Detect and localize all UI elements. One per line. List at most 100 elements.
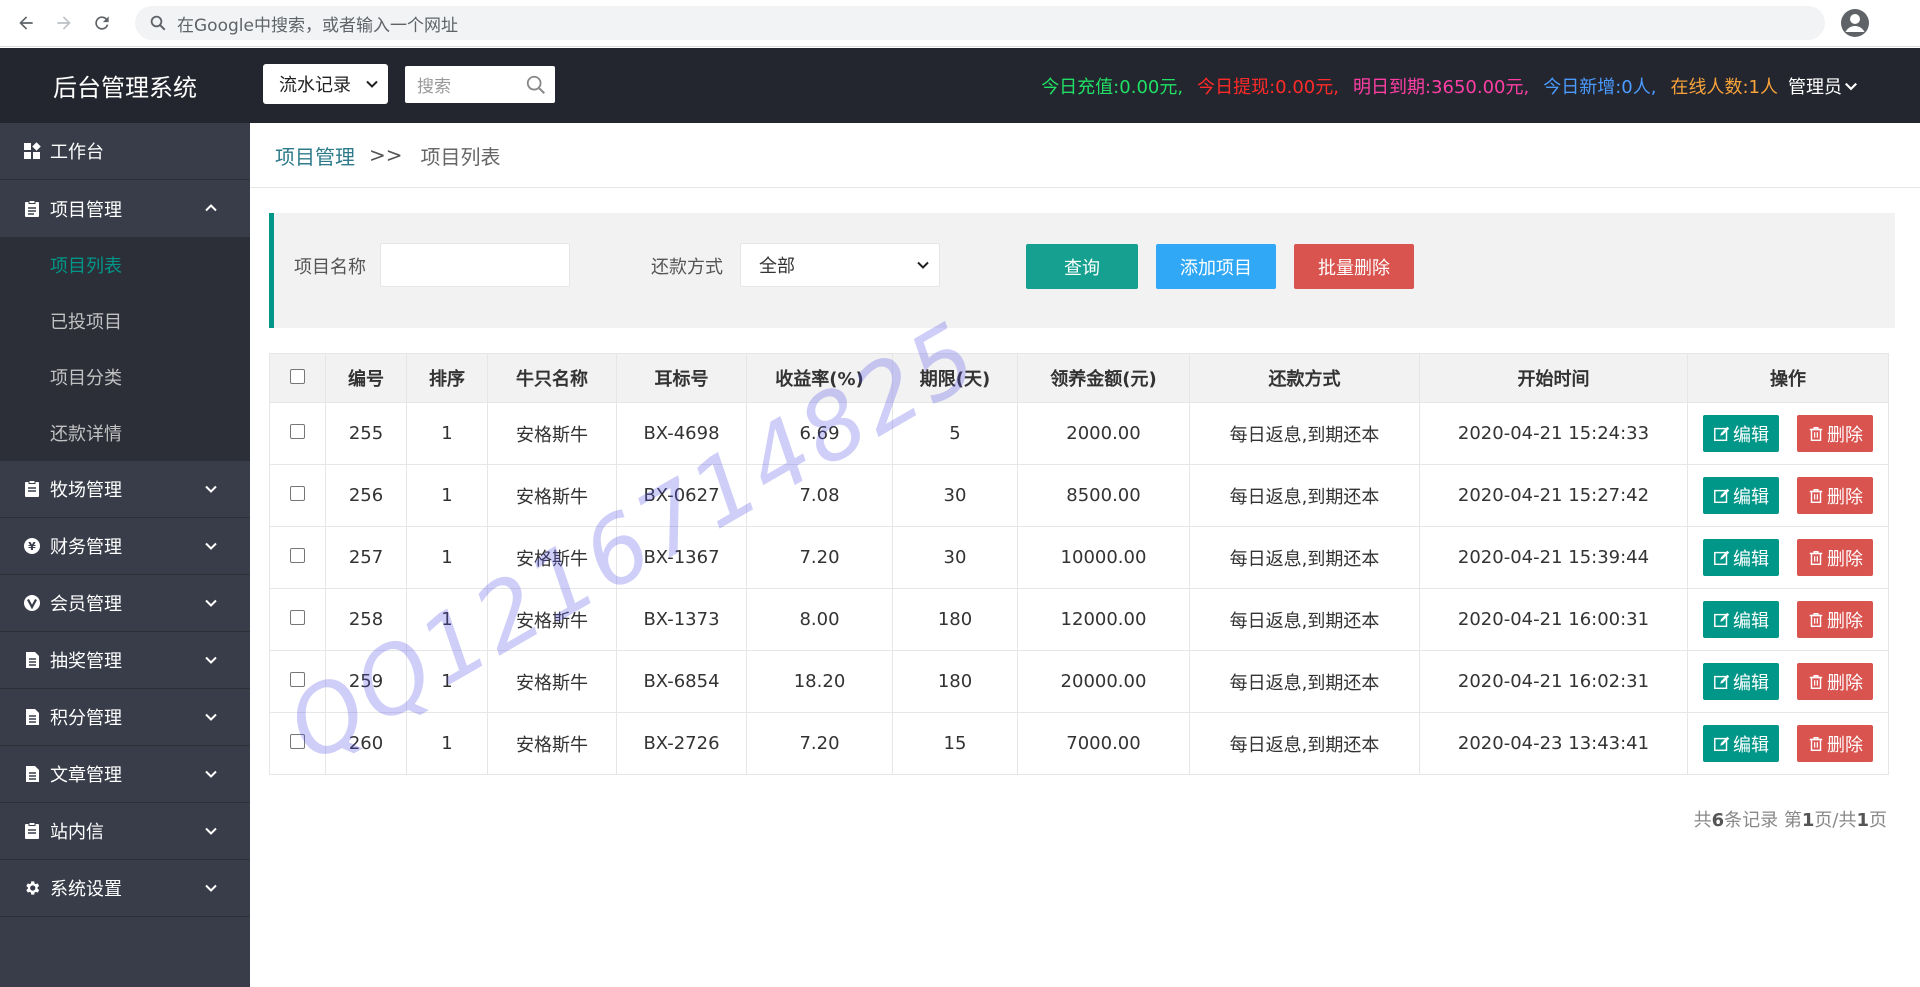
search-icon[interactable] (525, 74, 547, 96)
column-header: 操作 (1687, 353, 1889, 403)
select-all-checkbox[interactable] (290, 368, 305, 384)
sidebar-item-points[interactable]: 积分管理 (0, 689, 250, 746)
table-cell-start: 2020-04-21 16:00:31 (1419, 588, 1688, 651)
edit-icon (1714, 550, 1730, 565)
table-cell-rate: 7.20 (746, 526, 893, 589)
column-header: 排序 (406, 353, 488, 403)
admin-menu[interactable]: 管理员 (1788, 73, 1858, 99)
back-icon[interactable] (8, 5, 44, 41)
delete-button[interactable]: 删除 (1797, 415, 1873, 452)
stat-due-value: 3650.00元, (1431, 76, 1530, 98)
table-cell-days: 30 (892, 526, 1018, 589)
table-row: 259 1 安格斯牛 BX-6854 18.20 180 20000.00 每日返息,到期还本… (269, 650, 1889, 713)
select-all-cell (269, 353, 326, 403)
chevron-up-icon (205, 204, 217, 212)
sidebar-item-lottery[interactable]: 抽奖管理 (0, 632, 250, 689)
pagination-total: 6 (1711, 810, 1725, 831)
browser-toolbar: 在Google中搜索，或者输入一个网址 (0, 0, 1920, 47)
sidebar-item-finance[interactable]: ¥ 财务管理 (0, 518, 250, 575)
query-button[interactable]: 查询 (1026, 244, 1138, 289)
table-cell-days: 180 (892, 650, 1018, 713)
table-cell-amount: 20000.00 (1017, 650, 1190, 713)
sidebar-item-label: 抽奖管理 (50, 651, 122, 672)
stat-new-label: 今日新增: (1543, 76, 1622, 98)
flow-record-select[interactable]: 流水记录 (263, 64, 388, 104)
row-checkbox[interactable] (290, 548, 305, 563)
address-bar[interactable]: 在Google中搜索，或者输入一个网址 (135, 6, 1825, 40)
delete-button[interactable]: 删除 (1797, 601, 1873, 638)
row-checkbox[interactable] (290, 424, 305, 439)
table-cell-id: 259 (325, 650, 407, 713)
sidebar-item-ranch[interactable]: 牧场管理 (0, 461, 250, 518)
sidebar-item-project-list[interactable]: 项目列表 (0, 237, 250, 293)
column-header: 领养金额(元) (1017, 353, 1190, 403)
sidebar-item-category[interactable]: 项目分类 (0, 349, 250, 405)
table-cell-tag: BX-1367 (616, 526, 747, 589)
row-checkbox[interactable] (290, 734, 305, 749)
sidebar-item-workbench[interactable]: 工作台 (0, 123, 250, 180)
table-cell-id: 255 (325, 402, 407, 465)
delete-button[interactable]: 删除 (1797, 477, 1873, 514)
table-cell-amount: 12000.00 (1017, 588, 1190, 651)
edit-button[interactable]: 编辑 (1703, 415, 1779, 452)
edit-button[interactable]: 编辑 (1703, 601, 1779, 638)
chevron-down-icon (205, 485, 217, 493)
sidebar-item-repayment[interactable]: 还款详情 (0, 405, 250, 461)
dashboard-icon (22, 141, 42, 161)
yen-circle-icon: ¥ (22, 536, 42, 556)
stat-due-label: 明日到期: (1352, 76, 1432, 98)
table-cell-days: 5 (892, 402, 1018, 465)
delete-button[interactable]: 删除 (1797, 663, 1873, 700)
row-select-cell (269, 464, 326, 527)
sidebar-item-label: 工作台 (50, 142, 104, 163)
table-cell-start: 2020-04-21 15:39:44 (1419, 526, 1688, 589)
row-select-cell (269, 650, 326, 713)
breadcrumb-parent-link[interactable]: 项目管理 (275, 141, 355, 170)
table-cell-amount: 10000.00 (1017, 526, 1190, 589)
add-project-button[interactable]: 添加项目 (1156, 244, 1276, 289)
sidebar-item-project[interactable]: 项目管理 (0, 180, 250, 237)
pagination-text: 页/共 (1814, 810, 1857, 831)
table-cell-tag: BX-0627 (616, 464, 747, 527)
row-actions-cell: 编辑 删除 (1687, 712, 1889, 775)
profile-icon[interactable] (1840, 8, 1870, 38)
sidebar-item-settings[interactable]: 系统设置 (0, 860, 250, 917)
edit-button[interactable]: 编辑 (1703, 477, 1779, 514)
edit-icon (1714, 426, 1730, 441)
edit-button[interactable]: 编辑 (1703, 539, 1779, 576)
repay-method-value: 全部 (759, 256, 795, 277)
edit-icon (1714, 488, 1730, 503)
reload-icon[interactable] (84, 5, 120, 41)
edit-label: 编辑 (1733, 548, 1769, 570)
edit-button[interactable]: 编辑 (1703, 663, 1779, 700)
document-icon (22, 707, 42, 727)
search-icon (150, 15, 166, 31)
row-checkbox[interactable] (290, 486, 305, 501)
edit-label: 编辑 (1733, 424, 1769, 446)
table-cell-id: 260 (325, 712, 407, 775)
batch-delete-button[interactable]: 批量删除 (1294, 244, 1414, 289)
sidebar-item-invested[interactable]: 已投项目 (0, 293, 250, 349)
sidebar-item-label: 项目管理 (50, 199, 122, 221)
edit-button[interactable]: 编辑 (1703, 725, 1779, 762)
sidebar: 工作台 项目管理 项目列表 已投项目 项目分类 还款详情 牧场管理 ¥ 财务管理… (0, 123, 250, 987)
vip-circle-icon (22, 593, 42, 613)
forward-icon[interactable] (46, 5, 82, 41)
table-cell-sort: 1 (406, 526, 488, 589)
repay-method-select[interactable]: 全部 (740, 243, 940, 287)
delete-button[interactable]: 删除 (1797, 539, 1873, 576)
table-cell-name: 安格斯牛 (487, 402, 617, 465)
delete-button[interactable]: 删除 (1797, 725, 1873, 762)
project-name-input[interactable] (380, 243, 570, 287)
stat-online-label: 在线人数: (1670, 76, 1749, 98)
table-cell-sort: 1 (406, 402, 488, 465)
delete-label: 删除 (1827, 672, 1863, 694)
sidebar-item-inbox[interactable]: 站内信 (0, 803, 250, 860)
table-cell-repay: 每日返息,到期还本 (1189, 402, 1420, 465)
row-checkbox[interactable] (290, 610, 305, 625)
table-cell-name: 安格斯牛 (487, 526, 617, 589)
header-search-input[interactable]: 搜索 (405, 66, 555, 103)
sidebar-item-article[interactable]: 文章管理 (0, 746, 250, 803)
sidebar-item-member[interactable]: 会员管理 (0, 575, 250, 632)
row-checkbox[interactable] (290, 672, 305, 687)
